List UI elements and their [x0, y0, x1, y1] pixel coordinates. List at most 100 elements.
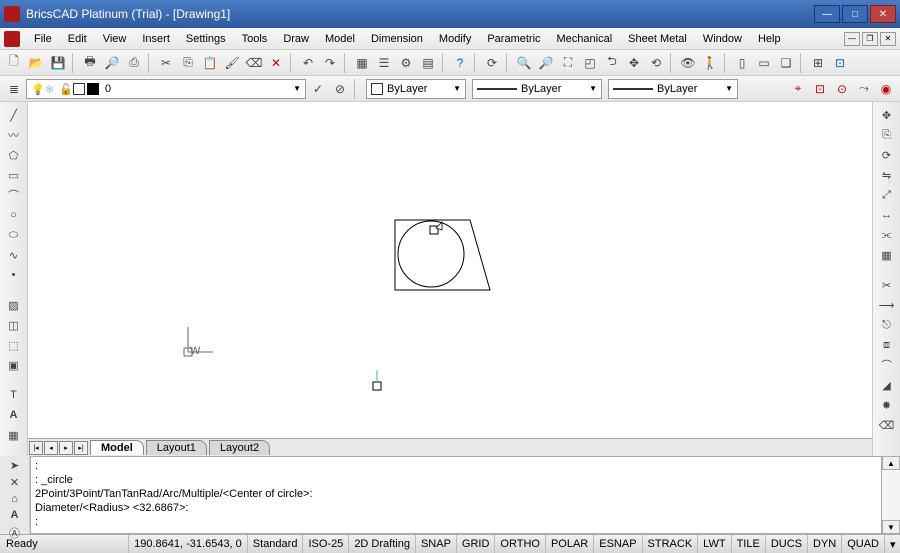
drawing-canvas[interactable]: W	[28, 102, 872, 438]
close-button[interactable]: ✕	[870, 5, 896, 23]
new-button[interactable]: 🗋	[4, 53, 24, 73]
pan-button[interactable]: ✥	[624, 53, 644, 73]
scale-button[interactable]: ⤢	[877, 186, 897, 204]
layer-state-button[interactable]: ✓	[308, 79, 328, 99]
zoom-previous-button[interactable]: ⮌	[602, 53, 622, 73]
layer-iso-button[interactable]: ⊘	[330, 79, 350, 99]
esnap-toggle-button[interactable]: ⊡	[810, 79, 830, 99]
break-button[interactable]: ⎋	[877, 316, 897, 334]
open-button[interactable]: 📂	[26, 53, 46, 73]
cut-button[interactable]: ✂	[156, 53, 176, 73]
block-button[interactable]: ▣	[4, 356, 24, 374]
status-grid[interactable]: GRID	[456, 535, 495, 553]
status-dyn[interactable]: DYN	[807, 535, 841, 553]
help-button[interactable]: ?	[450, 53, 470, 73]
regen-button[interactable]: ⟳	[482, 53, 502, 73]
offset-button[interactable]: ⫘	[877, 226, 897, 244]
status-ortho[interactable]: ORTHO	[494, 535, 545, 553]
zoom-extents-button[interactable]: ⛶	[558, 53, 578, 73]
properties-button[interactable]: ☰	[374, 53, 394, 73]
status-quad[interactable]: QUAD	[841, 535, 884, 553]
tab-layout2[interactable]: Layout2	[209, 440, 270, 455]
explorer-button[interactable]: ▦	[352, 53, 372, 73]
mdi-restore-button[interactable]: ❐	[862, 32, 878, 46]
region-button[interactable]: ⬚	[4, 336, 24, 354]
status-mode[interactable]: 2D Drafting	[348, 535, 415, 553]
text-button[interactable]: A	[4, 406, 24, 424]
esnap-button[interactable]: ⌖	[788, 79, 808, 99]
menu-modify[interactable]: Modify	[431, 31, 479, 47]
menu-window[interactable]: Window	[695, 31, 750, 47]
status-menu-button[interactable]: ▾	[884, 535, 900, 553]
array-button[interactable]: ▦	[877, 246, 897, 264]
menu-help[interactable]: Help	[750, 31, 789, 47]
arc-button[interactable]: ⌒	[4, 186, 24, 204]
status-ducs[interactable]: DUCS	[765, 535, 807, 553]
menu-insert[interactable]: Insert	[134, 31, 178, 47]
status-tile[interactable]: TILE	[731, 535, 765, 553]
minimize-button[interactable]: —	[814, 5, 840, 23]
status-style[interactable]: Standard	[247, 535, 303, 553]
tab-prev-button[interactable]: ◂	[44, 441, 58, 455]
chapoo-button[interactable]: ⊡	[830, 53, 850, 73]
menu-view[interactable]: View	[95, 31, 135, 47]
cmd-text-icon[interactable]: A	[5, 508, 25, 522]
status-iso[interactable]: ISO-25	[302, 535, 348, 553]
redo-button[interactable]: ↷	[320, 53, 340, 73]
menu-model[interactable]: Model	[317, 31, 363, 47]
cancel-button[interactable]: ✕	[266, 53, 286, 73]
command-window[interactable]: : : _circle 2Point/3Point/TanTanRad/Arc/…	[30, 456, 882, 534]
polygon-button[interactable]: ⬠	[4, 146, 24, 164]
publish-button[interactable]: ⎙	[124, 53, 144, 73]
explode-button[interactable]: ✸	[877, 396, 897, 414]
tab-last-button[interactable]: ▸|	[74, 441, 88, 455]
cmd-home-icon[interactable]: ⌂	[5, 492, 25, 506]
erase-button[interactable]: ⌫	[244, 53, 264, 73]
tab-layout1[interactable]: Layout1	[146, 440, 207, 455]
menu-edit[interactable]: Edit	[60, 31, 95, 47]
polyline-button[interactable]: 〰	[4, 126, 24, 144]
linetype-combo[interactable]: ByLayer ▼	[472, 79, 602, 99]
spline-button[interactable]: ∿	[4, 246, 24, 264]
tab-next-button[interactable]: ▸	[59, 441, 73, 455]
mtext-button[interactable]: T	[4, 386, 24, 404]
match-props-button[interactable]: 🖌	[222, 53, 242, 73]
circle-button[interactable]: ○	[4, 206, 24, 224]
zoom-window-button[interactable]: ◰	[580, 53, 600, 73]
menu-settings[interactable]: Settings	[178, 31, 234, 47]
layer-combo[interactable]: 💡 ❄ 🔓 0 ▼	[26, 79, 306, 99]
status-esnap[interactable]: ESNAP	[593, 535, 641, 553]
lineweight-combo[interactable]: ByLayer ▼	[608, 79, 738, 99]
command-scrollbar[interactable]: ▲ ▼	[882, 456, 900, 534]
tab-first-button[interactable]: |◂	[29, 441, 43, 455]
tile-h-button[interactable]: ▯	[732, 53, 752, 73]
rtrot-button[interactable]: ⟲	[646, 53, 666, 73]
cmd-cursor-icon[interactable]: ➤	[5, 458, 25, 473]
maximize-button[interactable]: □	[842, 5, 868, 23]
menu-tools[interactable]: Tools	[234, 31, 276, 47]
menu-mechanical[interactable]: Mechanical	[549, 31, 621, 47]
color-button[interactable]: ◉	[876, 79, 896, 99]
color-combo[interactable]: ByLayer ▼	[366, 79, 466, 99]
esnap-settings-button[interactable]: ⊙	[832, 79, 852, 99]
status-lwt[interactable]: LWT	[697, 535, 730, 553]
erase2-button[interactable]: ⌫	[877, 416, 897, 434]
status-polar[interactable]: POLAR	[545, 535, 593, 553]
tool-palette-button[interactable]: ▤	[418, 53, 438, 73]
scroll-down-button[interactable]: ▼	[882, 520, 900, 534]
cmd-close-icon[interactable]: ✕	[5, 475, 25, 490]
zoom-out-button[interactable]: 🔎	[536, 53, 556, 73]
rotate-button[interactable]: ⟳	[877, 146, 897, 164]
copy-obj-button[interactable]: ⎘	[877, 126, 897, 144]
look-button[interactable]: 👁	[678, 53, 698, 73]
menu-file[interactable]: File	[26, 31, 60, 47]
copy-button[interactable]: ⎘	[178, 53, 198, 73]
menu-sheetmetal[interactable]: Sheet Metal	[620, 31, 695, 47]
menu-parametric[interactable]: Parametric	[479, 31, 548, 47]
join-button[interactable]: ⧈	[877, 336, 897, 354]
layer-explorer-button[interactable]: ≣	[4, 79, 24, 99]
boundary-button[interactable]: ◫	[4, 316, 24, 334]
track-button[interactable]: ⤳	[854, 79, 874, 99]
point-button[interactable]: •	[4, 266, 24, 284]
stretch-button[interactable]: ↔	[877, 206, 897, 224]
